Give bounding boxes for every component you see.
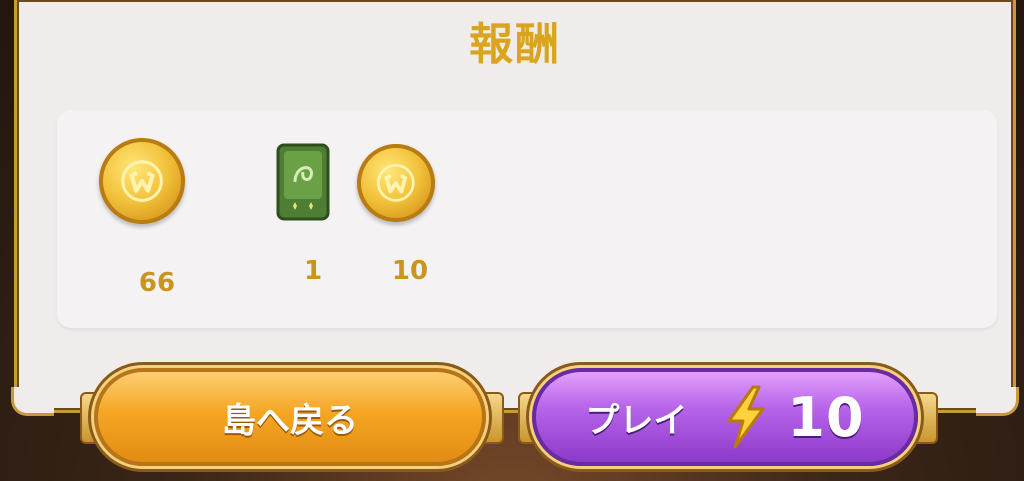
game-screen: 報酬 66 1 10 島へ戻る プレイ 10 <box>0 0 1024 481</box>
play-button[interactable]: プレイ 10 <box>532 368 918 466</box>
panel-corner-left <box>11 387 54 416</box>
reward-quantity: 1 <box>303 256 323 286</box>
play-cost: 10 <box>787 385 865 449</box>
green-card-pack-icon <box>276 143 330 221</box>
reward-panel: 報酬 66 1 10 <box>11 0 1019 416</box>
gold-coin-icon <box>357 144 435 222</box>
lightning-bolt-icon <box>727 385 765 449</box>
reward-item <box>275 142 331 226</box>
rewards-list: 66 1 10 <box>57 110 997 328</box>
reward-item <box>357 144 435 222</box>
back-to-island-button[interactable]: 島へ戻る <box>94 368 486 466</box>
panel-corner-right <box>976 387 1019 416</box>
play-button-label: プレイ <box>585 400 688 441</box>
back-button-label: 島へ戻る <box>222 400 358 441</box>
reward-quantity: 66 <box>138 268 176 298</box>
page-title: 報酬 <box>469 19 561 70</box>
gold-coin-icon <box>99 138 185 224</box>
reward-item <box>99 138 185 224</box>
reward-quantity: 10 <box>391 256 429 286</box>
